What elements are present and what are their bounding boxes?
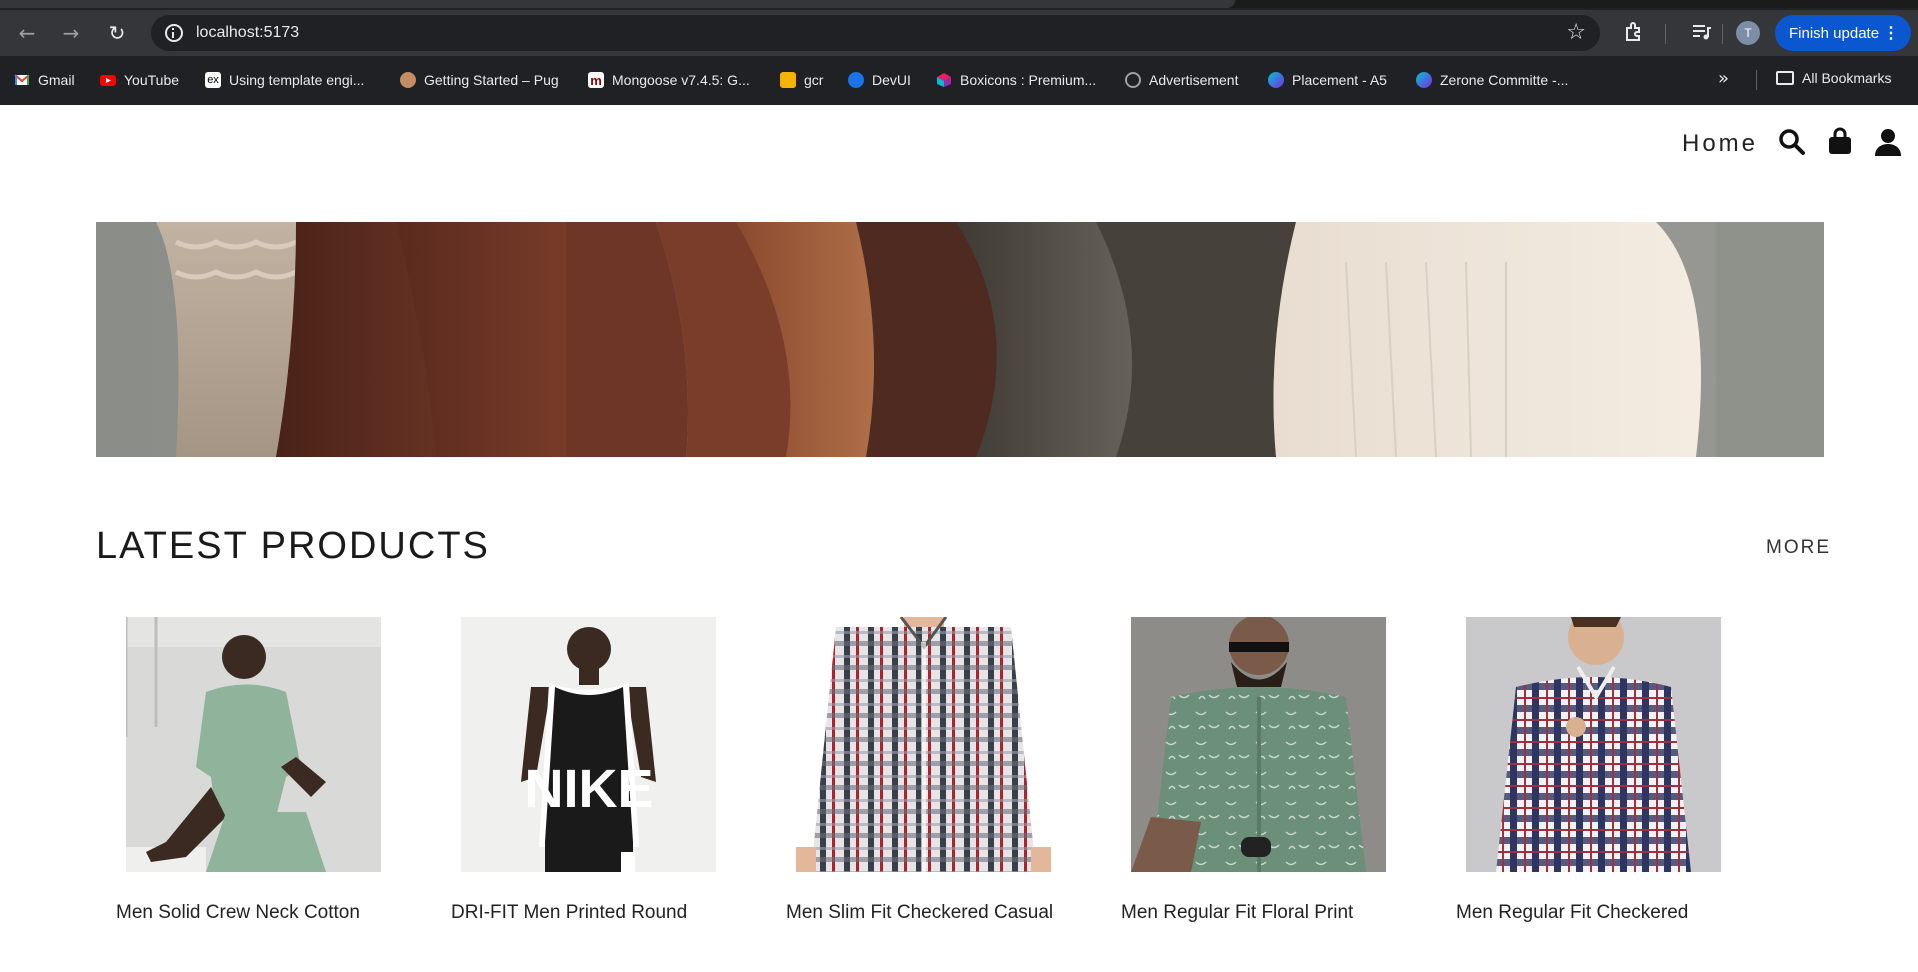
canva-icon <box>1416 72 1432 88</box>
bookmark-youtube[interactable]: YouTube <box>100 70 179 90</box>
finish-update-button[interactable]: Finish update ⋮ <box>1775 15 1911 51</box>
bookmark-label: Placement - A5 <box>1292 72 1387 88</box>
profile-avatar[interactable]: T <box>1736 21 1760 45</box>
product-name[interactable]: Men Slim Fit Checkered Casual <box>786 902 1106 924</box>
bookmark-zerone[interactable]: Zerone Committe -... <box>1416 70 1568 90</box>
user-icon[interactable] <box>1874 127 1902 157</box>
globe-icon <box>1125 72 1141 88</box>
browser-chrome: ← → ↻ localhost:5173 ☆ T Finish update ⋮… <box>0 0 1918 105</box>
all-bookmarks-button[interactable]: All Bookmarks <box>1776 70 1891 86</box>
all-bookmarks-label: All Bookmarks <box>1802 70 1892 86</box>
site-info-icon[interactable] <box>165 24 183 42</box>
bookmark-label: gcr <box>804 72 824 88</box>
bookmarks-bar: Gmail YouTube ex Using template engi... … <box>0 64 1918 96</box>
bookmark-label: DevUI <box>872 72 911 88</box>
bookmark-devui[interactable]: DevUI <box>848 70 911 90</box>
bookmark-label: Getting Started – Pug <box>424 72 559 88</box>
extensions-icon[interactable] <box>1623 21 1645 48</box>
bookmark-mongoose[interactable]: m Mongoose v7.4.5: G... <box>588 70 750 90</box>
mongoose-icon: m <box>588 72 604 88</box>
product-image[interactable] <box>1131 617 1386 872</box>
product-image[interactable] <box>796 617 1051 872</box>
boxicons-icon <box>936 72 952 88</box>
youtube-icon <box>100 72 116 88</box>
toolbar-divider <box>1665 24 1666 44</box>
bookmarks-divider <box>1756 70 1757 90</box>
reload-icon[interactable]: ↻ <box>102 18 132 48</box>
bookmark-label: Boxicons : Premium... <box>960 72 1097 88</box>
active-tab[interactable] <box>0 0 1235 8</box>
bookmark-label: Zerone Committe -... <box>1440 72 1569 88</box>
bookmark-boxicons[interactable]: Boxicons : Premium... <box>936 70 1096 90</box>
more-link[interactable]: MORE <box>1766 537 1831 559</box>
bookmark-pug[interactable]: Getting Started – Pug <box>400 70 559 90</box>
search-icon[interactable] <box>1778 127 1806 157</box>
product-name[interactable]: Men Regular Fit Checkered <box>1456 902 1776 924</box>
page-content: Home LATEST PRODUCTS MORE Men Solid Crew… <box>0 105 1918 972</box>
shopping-bag-icon[interactable] <box>1826 127 1854 157</box>
bookmark-label: Mongoose v7.4.5: G... <box>612 72 750 88</box>
bookmark-advertisement[interactable]: Advertisement <box>1125 70 1238 90</box>
product-image[interactable]: NIKE <box>461 617 716 872</box>
url-text[interactable]: localhost:5173 <box>196 24 299 42</box>
gmail-icon <box>14 72 30 88</box>
product-name[interactable]: Men Solid Crew Neck Cotton <box>116 902 436 924</box>
devui-icon <box>848 72 864 88</box>
more-menu-icon[interactable]: ⋮ <box>1883 23 1899 43</box>
address-bar[interactable]: localhost:5173 ☆ <box>151 15 1600 51</box>
bookmark-label: Advertisement <box>1149 72 1239 88</box>
bookmark-gmail[interactable]: Gmail <box>14 70 75 90</box>
product-image[interactable] <box>126 617 381 872</box>
product-image[interactable] <box>1466 617 1721 872</box>
back-icon[interactable]: ← <box>12 18 42 48</box>
product-name[interactable]: Men Regular Fit Floral Print <box>1121 902 1441 924</box>
gcr-icon <box>780 72 796 88</box>
bookmark-placement[interactable]: Placement - A5 <box>1268 70 1387 90</box>
forward-icon[interactable]: → <box>56 18 86 48</box>
bookmark-star-icon[interactable]: ☆ <box>1566 20 1586 45</box>
svg-text:NIKE: NIKE <box>524 759 653 819</box>
hero-image <box>96 222 1824 457</box>
bookmark-label: YouTube <box>124 72 180 88</box>
section-title: LATEST PRODUCTS <box>96 525 490 567</box>
bookmarks-overflow-icon[interactable]: » <box>1718 68 1729 89</box>
bookmark-label: Gmail <box>38 72 75 88</box>
express-icon: ex <box>205 72 221 88</box>
bookmark-label: Using template engi... <box>229 72 365 88</box>
finish-update-label: Finish update <box>1789 24 1880 42</box>
hero-banner <box>96 222 1824 457</box>
canva-icon <box>1268 72 1284 88</box>
bookmark-express[interactable]: ex Using template engi... <box>205 70 364 90</box>
tab-strip <box>0 0 1918 8</box>
folder-icon <box>1776 71 1794 85</box>
pug-icon <box>400 72 416 88</box>
toolbar-divider <box>1722 24 1723 44</box>
nav-home-link[interactable]: Home <box>1682 130 1758 158</box>
media-queue-icon[interactable] <box>1690 21 1712 48</box>
bookmark-gcr[interactable]: gcr <box>780 70 823 90</box>
product-name[interactable]: DRI-FIT Men Printed Round <box>451 902 771 924</box>
browser-toolbar: ← → ↻ localhost:5173 ☆ T Finish update ⋮ <box>0 10 1918 56</box>
